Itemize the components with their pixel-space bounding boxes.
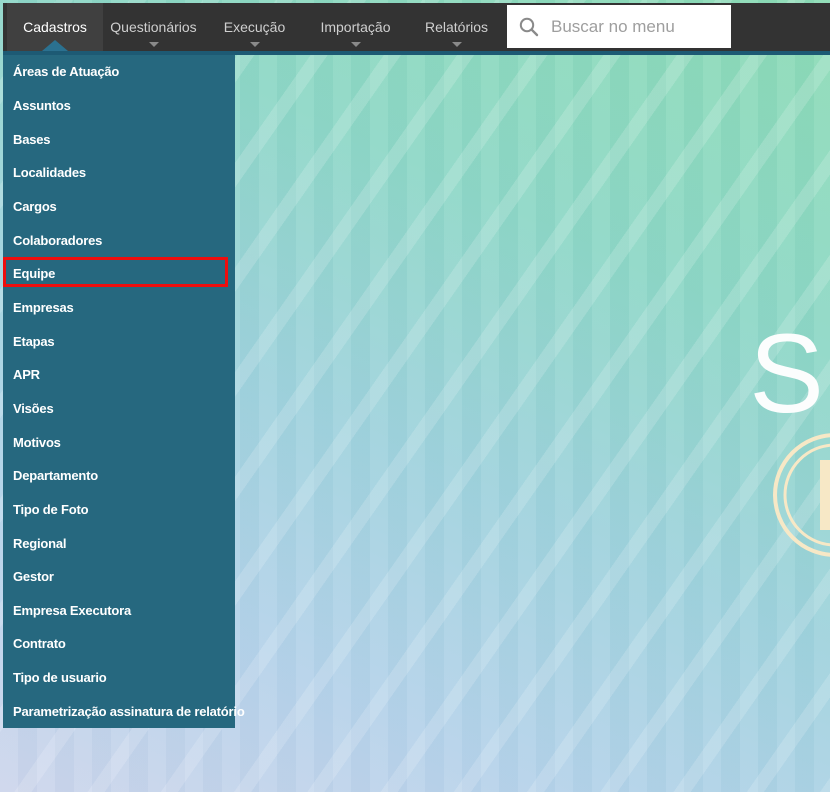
search-icon (519, 17, 539, 37)
menu-item-equipe[interactable]: Equipe (3, 256, 235, 291)
menu-item-etapas[interactable]: Etapas (3, 324, 235, 358)
chevron-down-icon (148, 42, 159, 47)
nav-item-importacao[interactable]: Importação (305, 3, 406, 51)
menu-item-motivos[interactable]: Motivos (3, 425, 235, 459)
menu-item-label: Cargos (13, 198, 57, 214)
menu-item-label: Gestor (13, 569, 54, 585)
nav-item-cadastros[interactable]: Cadastros (7, 3, 103, 51)
nav-item-label: Questionários (110, 19, 197, 35)
menu-item-label: Parametrização assinatura de relatório (13, 703, 245, 719)
menu-item-label: Colaboradores (13, 232, 103, 248)
menu-item-gestor[interactable]: Gestor (3, 560, 235, 594)
menu-item-areas-de-atuacao[interactable]: Áreas de Atuação (3, 55, 235, 89)
menu-item-label: Áreas de Atuação (13, 64, 120, 80)
menu-item-tipo-de-usuario[interactable]: Tipo de usuario (3, 661, 235, 695)
nav-item-relatorios[interactable]: Relatórios (406, 3, 507, 51)
menu-search-box (507, 5, 731, 48)
watermark-logo-circle-icon (773, 433, 830, 557)
menu-item-label: Localidades (13, 165, 86, 181)
menu-item-empresa-executora[interactable]: Empresa Executora (3, 594, 235, 628)
menu-item-label: Motivos (13, 434, 61, 450)
menu-item-departamento[interactable]: Departamento (3, 459, 235, 493)
menu-item-colaboradores[interactable]: Colaboradores (3, 223, 235, 257)
menu-item-localidades[interactable]: Localidades (3, 156, 235, 190)
menu-item-label: Tipo de usuario (13, 670, 107, 686)
chevron-down-icon (451, 42, 462, 47)
menu-item-apr[interactable]: APR (3, 358, 235, 392)
menu-item-label: APR (13, 367, 40, 383)
menu-item-label: Empresa Executora (13, 602, 131, 618)
chevron-down-icon (249, 42, 260, 47)
menu-item-contrato[interactable]: Contrato (3, 627, 235, 661)
menu-item-label: Regional (13, 535, 67, 551)
menu-item-label: Visões (13, 400, 54, 416)
menu-item-bases[interactable]: Bases (3, 122, 235, 156)
menu-item-label: Contrato (13, 636, 66, 652)
menu-item-label: Assuntos (13, 97, 71, 113)
nav-item-label: Execução (223, 19, 286, 35)
chevron-down-icon (350, 42, 361, 47)
menu-item-label: Bases (13, 131, 51, 147)
nav-item-label: Cadastros (23, 19, 87, 35)
menu-item-tipo-de-foto[interactable]: Tipo de Foto (3, 493, 235, 527)
menu-item-regional[interactable]: Regional (3, 526, 235, 560)
nav-item-label: Relatórios (424, 19, 489, 35)
menu-item-parametrizacao-assinatura-de-relatorio[interactable]: Parametrização assinatura de relatório (3, 694, 245, 728)
nav-item-label: Importação (320, 19, 391, 35)
menu-item-cargos[interactable]: Cargos (3, 190, 235, 224)
nav-item-questionarios[interactable]: Questionários (103, 3, 204, 51)
top-nav-bar: Cadastros Questionários Execução Importa… (3, 3, 830, 55)
menu-item-label: Departamento (13, 468, 99, 484)
nav-item-execucao[interactable]: Execução (204, 3, 305, 51)
search-input[interactable] (507, 5, 731, 48)
watermark-letter-s: S (749, 311, 824, 436)
active-dropdown-notch (42, 40, 68, 51)
menu-item-label: Etapas (13, 333, 55, 349)
menu-item-assuntos[interactable]: Assuntos (3, 89, 235, 123)
menu-item-empresas[interactable]: Empresas (3, 291, 235, 325)
menu-item-label: Empresas (13, 299, 74, 315)
menu-item-visoes[interactable]: Visões (3, 392, 235, 426)
cadastros-dropdown-menu: Áreas de Atuação Assuntos Bases Localida… (3, 55, 245, 728)
menu-item-label: Tipo de Foto (13, 501, 89, 517)
menu-item-label: Equipe (13, 266, 56, 282)
